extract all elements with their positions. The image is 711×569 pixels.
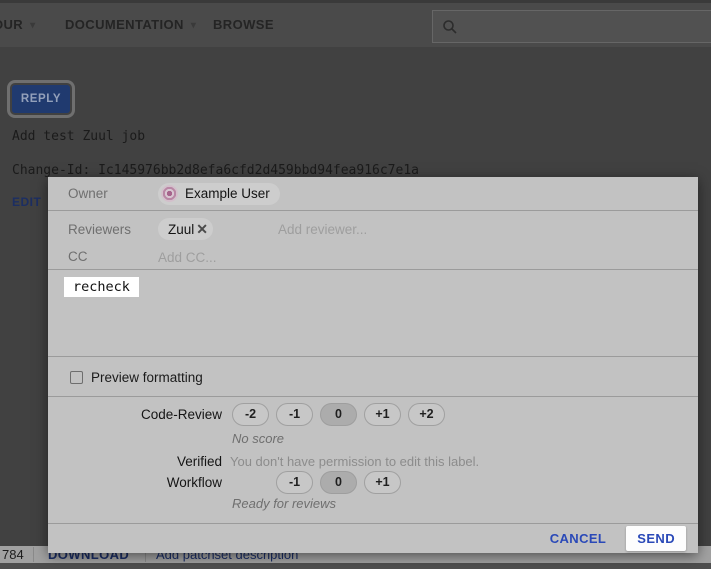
score-button[interactable]: -2 bbox=[232, 403, 269, 426]
divider bbox=[33, 547, 34, 562]
commit-message-subject: Add test Zuul job bbox=[12, 129, 145, 144]
preview-formatting-row: Preview formatting bbox=[48, 358, 698, 397]
workflow-status: Ready for reviews bbox=[232, 496, 336, 511]
score-button[interactable]: -1 bbox=[276, 403, 313, 426]
score-button[interactable]: +1 bbox=[364, 471, 401, 494]
remove-reviewer-icon[interactable]: ✕ bbox=[196, 221, 208, 238]
owner-row: Owner Example User bbox=[48, 177, 698, 211]
nav-menu-documentation[interactable]: DOCUMENTATION ▾ bbox=[65, 17, 196, 32]
nav-menu-your[interactable]: OUR ▾ bbox=[0, 17, 36, 32]
verified-label: Verified bbox=[48, 454, 222, 469]
owner-chip: Example User bbox=[158, 183, 280, 205]
nav-menu-documentation-label: DOCUMENTATION bbox=[65, 17, 184, 32]
add-reviewer-input[interactable] bbox=[278, 218, 478, 240]
search-box[interactable] bbox=[432, 10, 711, 43]
score-button-selected[interactable]: 0 bbox=[320, 403, 357, 426]
owner-label: Owner bbox=[68, 186, 108, 201]
workflow-row: Workflow -1 0 +1 bbox=[48, 470, 698, 494]
edit-link[interactable]: EDIT bbox=[12, 195, 41, 209]
reviewer-chip-zuul: Zuul ✕ bbox=[158, 218, 213, 240]
avatar bbox=[161, 185, 178, 202]
labels-section: Code-Review -2 -1 0 +1 +2 No score Verif… bbox=[48, 398, 698, 523]
verified-permission-text: You don't have permission to edit this l… bbox=[230, 454, 479, 469]
code-review-buttons: -2 -1 0 +1 +2 bbox=[232, 403, 445, 426]
cc-row: CC bbox=[48, 245, 698, 267]
nav-menu-browse-label: BROWSE bbox=[213, 17, 274, 32]
score-button[interactable]: +2 bbox=[408, 403, 445, 426]
workflow-label: Workflow bbox=[48, 475, 222, 490]
reply-message-textarea[interactable]: recheck bbox=[64, 277, 139, 297]
code-review-status: No score bbox=[232, 431, 284, 446]
nav-menu-browse[interactable]: BROWSE bbox=[213, 17, 274, 32]
reviewers-label: Reviewers bbox=[68, 222, 131, 237]
preview-formatting-checkbox[interactable] bbox=[70, 371, 83, 384]
cancel-button[interactable]: CANCEL bbox=[550, 531, 607, 546]
code-review-row: Code-Review -2 -1 0 +1 +2 bbox=[48, 402, 698, 426]
chevron-down-icon: ▾ bbox=[30, 20, 35, 31]
verified-row: Verified You don't have permission to ed… bbox=[48, 453, 698, 469]
message-section: recheck bbox=[48, 271, 698, 357]
reviewers-section: Reviewers Zuul ✕ CC bbox=[48, 212, 698, 270]
reply-dialog: Owner Example User Reviewers Zuul ✕ CC r… bbox=[48, 177, 698, 553]
page-bottom-strip bbox=[0, 563, 711, 569]
patchset-number[interactable]: 784 bbox=[2, 547, 24, 562]
gerrit-screen: OUR ▾ DOCUMENTATION ▾ BROWSE REPLY Add t… bbox=[0, 0, 711, 569]
dialog-footer: CANCEL SEND bbox=[48, 523, 698, 553]
code-review-label: Code-Review bbox=[48, 407, 222, 422]
score-button[interactable]: -1 bbox=[276, 471, 313, 494]
search-input[interactable] bbox=[466, 11, 711, 42]
reply-button[interactable]: REPLY bbox=[12, 85, 70, 113]
score-button[interactable]: +1 bbox=[364, 403, 401, 426]
commit-change-id: Change-Id: Ic145976bb2d8efa6cfd2d459bbd9… bbox=[12, 163, 419, 178]
chevron-down-icon: ▾ bbox=[191, 20, 196, 31]
owner-name: Example User bbox=[185, 186, 270, 201]
cc-label: CC bbox=[68, 249, 88, 264]
preview-formatting-label: Preview formatting bbox=[91, 370, 203, 385]
search-icon bbox=[442, 19, 458, 35]
top-nav-bar: OUR ▾ DOCUMENTATION ▾ BROWSE bbox=[0, 0, 711, 47]
add-cc-input[interactable] bbox=[158, 246, 358, 268]
send-button[interactable]: SEND bbox=[626, 526, 686, 551]
reviewer-name: Zuul bbox=[168, 222, 194, 237]
workflow-buttons: -1 0 +1 bbox=[276, 471, 401, 494]
score-button-selected[interactable]: 0 bbox=[320, 471, 357, 494]
nav-menu-your-label: OUR bbox=[0, 17, 23, 32]
